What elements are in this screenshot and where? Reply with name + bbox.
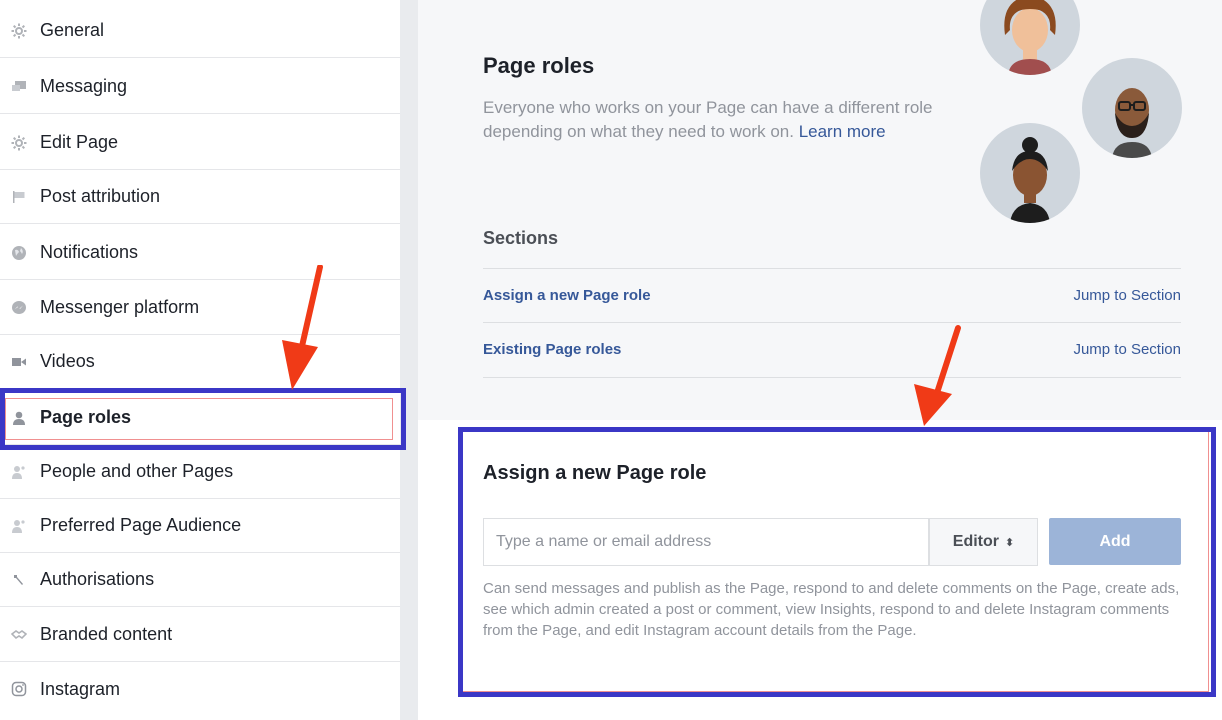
flag-icon [10, 188, 28, 206]
globe-icon [10, 244, 28, 262]
sidebar-item-label: Notifications [40, 242, 139, 262]
avatar-illustration [980, 123, 1080, 223]
sidebar-item-edit-page[interactable]: Edit Page [0, 116, 400, 170]
video-camera-icon [10, 353, 28, 371]
settings-sidebar: General Messaging Edit Page Post attribu… [0, 0, 400, 720]
sidebar-item-preferred-page-audience[interactable]: Preferred Page Audience [0, 499, 400, 553]
sidebar-item-post-attribution[interactable]: Post attribution [0, 170, 400, 224]
sections-title: Sections [483, 228, 559, 248]
section-row-existing: Existing Page roles Jump to Section [483, 322, 1181, 376]
wrench-icon [10, 571, 28, 589]
person-icon [10, 409, 28, 427]
jump-to-section-link[interactable]: Jump to Section [1073, 341, 1181, 358]
sidebar-item-messenger-platform[interactable]: Messenger platform [0, 281, 400, 335]
main-content: Page roles Everyone who works on your Pa… [418, 0, 1222, 720]
sidebar-item-label: People and other Pages [40, 461, 234, 481]
sidebar-item-notifications[interactable]: Notifications [0, 226, 400, 280]
sidebar-item-label: Authorisations [40, 569, 155, 589]
sidebar-item-instagram[interactable]: Instagram [0, 662, 400, 716]
page-title: Page roles [483, 53, 595, 78]
sidebar-item-label: Preferred Page Audience [40, 515, 242, 535]
sidebar-item-label: Messenger platform [40, 297, 200, 317]
learn-more-link[interactable]: Learn more [799, 122, 886, 141]
sidebar-item-people-and-other-pages[interactable]: People and other Pages [0, 445, 400, 499]
section-row-assign: Assign a new Page role Jump to Section [483, 268, 1181, 322]
sidebar-item-label: Page roles [40, 407, 132, 427]
people-icon [10, 463, 28, 481]
sidebar-item-label: Instagram [40, 678, 121, 699]
section-link-existing[interactable]: Existing Page roles [483, 341, 621, 358]
sidebar-item-label: Edit Page [40, 132, 119, 152]
page-roles-description: Everyone who works on your Page can have… [483, 96, 953, 144]
sidebar-item-branded-content[interactable]: Branded content [0, 608, 400, 662]
gear-icon [10, 22, 28, 40]
sidebar-item-label: Messaging [40, 76, 128, 96]
gear-icon [10, 134, 28, 152]
sidebar-item-label: Branded content [40, 624, 173, 644]
sidebar-item-page-roles[interactable]: Page roles [0, 391, 400, 445]
sidebar-item-label: Videos [40, 351, 95, 371]
avatar-illustration [980, 0, 1080, 75]
section-link-assign[interactable]: Assign a new Page role [483, 287, 651, 304]
instagram-icon [10, 680, 28, 698]
divider [483, 377, 1181, 378]
jump-to-section-link[interactable]: Jump to Section [1073, 287, 1181, 304]
sidebar-item-label: Post attribution [40, 186, 161, 206]
handshake-icon [10, 626, 28, 644]
sidebar-item-label: General [40, 20, 105, 40]
page-roles-card: Page roles Everyone who works on your Pa… [418, 0, 1222, 420]
chat-bubbles-icon [10, 78, 28, 96]
sidebar-item-videos[interactable]: Videos [0, 335, 400, 389]
sidebar-item-general[interactable]: General [0, 4, 400, 58]
assign-role-highlight-box [458, 427, 1216, 697]
messenger-icon [10, 299, 28, 317]
sidebar-item-messaging[interactable]: Messaging [0, 60, 400, 114]
avatar-illustration [1082, 58, 1182, 158]
sidebar-item-authorisations[interactable]: Authorisations [0, 553, 400, 607]
people-icon [10, 517, 28, 535]
